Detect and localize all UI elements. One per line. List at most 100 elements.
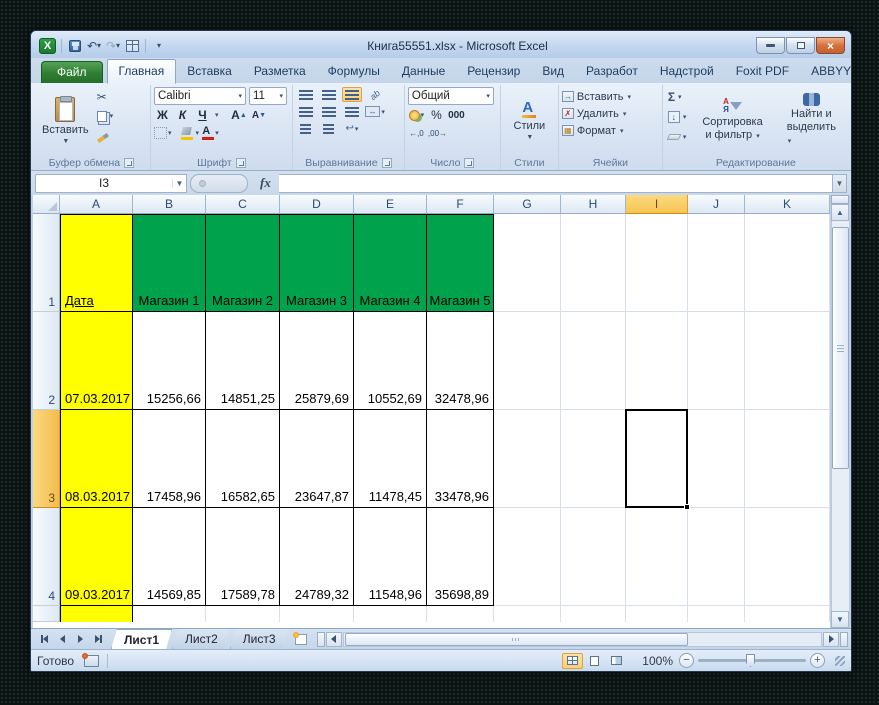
page-layout-view-button[interactable] <box>584 653 605 669</box>
row-header-partial[interactable] <box>33 606 60 622</box>
tab-Рецензир[interactable]: Рецензир <box>456 60 531 83</box>
page-break-view-button[interactable] <box>606 653 627 669</box>
tab-ABBYY PDF[interactable]: ABBYY PDF <box>800 60 852 83</box>
cell-F4[interactable]: 35698,89 <box>427 508 494 606</box>
row-header-3[interactable]: 3 <box>33 410 60 508</box>
cell-C2[interactable]: 14851,25 <box>206 312 280 410</box>
first-sheet-button[interactable] <box>36 632 52 647</box>
cell-J1[interactable] <box>688 214 745 312</box>
cell-I2[interactable] <box>626 312 688 410</box>
align-left-button[interactable] <box>296 104 316 119</box>
cell-E3[interactable]: 11478,45 <box>354 410 427 508</box>
column-header-H[interactable]: H <box>561 195 626 214</box>
excel-logo-icon[interactable]: X <box>39 38 56 54</box>
cell-G[interactable] <box>494 606 561 622</box>
cell-B[interactable] <box>133 606 206 622</box>
redo-button[interactable]: ↷ ▾ <box>105 38 121 54</box>
cell-H[interactable] <box>561 606 626 622</box>
cell-K1[interactable] <box>745 214 830 312</box>
cell-B3[interactable]: 17458,96 <box>133 410 206 508</box>
split-handle[interactable] <box>831 195 849 204</box>
column-header-D[interactable]: D <box>280 195 354 214</box>
zoom-in-button[interactable]: + <box>810 653 825 668</box>
increase-indent-button[interactable] <box>319 121 339 136</box>
decrease-decimal-button[interactable]: ,00→ <box>428 125 447 141</box>
zoom-out-button[interactable]: − <box>679 653 694 668</box>
column-header-E[interactable]: E <box>354 195 427 214</box>
scroll-right-button[interactable] <box>823 632 839 647</box>
fx-button[interactable]: fx <box>260 175 271 191</box>
sheet-tab-Лист1[interactable]: Лист1 <box>111 629 172 649</box>
align-center-button[interactable] <box>319 104 339 119</box>
autosum-button[interactable]: Σ▾ <box>668 89 687 105</box>
format-painter-button[interactable] <box>97 127 114 143</box>
cell-H3[interactable] <box>561 410 626 508</box>
cell-E2[interactable]: 10552,69 <box>354 312 427 410</box>
name-box[interactable]: I3 ▼ <box>35 174 187 193</box>
cell-A[interactable] <box>60 606 133 622</box>
align-right-button[interactable] <box>342 104 362 119</box>
cell-D3[interactable]: 23647,87 <box>280 410 354 508</box>
split-handle[interactable] <box>840 632 848 647</box>
cell-F1[interactable]: Магазин 5 <box>427 214 494 312</box>
cell-J3[interactable] <box>688 410 745 508</box>
cell-D1[interactable]: Магазин 3 <box>280 214 354 312</box>
formula-input[interactable] <box>279 174 833 193</box>
dialog-launcher-icon[interactable] <box>236 158 246 168</box>
dialog-launcher-icon[interactable] <box>464 158 474 168</box>
customize-qat-button[interactable]: ▾ <box>151 38 167 54</box>
column-header-C[interactable]: C <box>206 195 280 214</box>
normal-view-button[interactable] <box>562 653 583 669</box>
tab-Разработ[interactable]: Разработ <box>575 60 649 83</box>
column-header-A[interactable]: A <box>60 195 133 214</box>
record-macro-icon[interactable] <box>84 655 99 667</box>
borders-button[interactable]: ▾ <box>154 125 172 141</box>
cell-D4[interactable]: 24789,32 <box>280 508 354 606</box>
chevron-down-icon[interactable]: ▼ <box>172 179 186 188</box>
tab-Вид[interactable]: Вид <box>531 60 575 83</box>
cell-H2[interactable] <box>561 312 626 410</box>
tab-file[interactable]: Файл <box>41 61 103 83</box>
insert-cells-button[interactable]: →Вставить▾ <box>562 88 659 105</box>
cell-A4[interactable]: 09.03.2017 <box>60 508 133 606</box>
tab-Вставка[interactable]: Вставка <box>176 60 243 83</box>
cell-C[interactable] <box>206 606 280 622</box>
vertical-scrollbar[interactable]: ▲ ▼ <box>831 195 849 628</box>
close-button[interactable]: × <box>816 37 845 54</box>
cell-G1[interactable] <box>494 214 561 312</box>
cell-E1[interactable]: Магазин 4 <box>354 214 427 312</box>
sheet-tab-Лист3[interactable]: Лист3 <box>230 629 288 649</box>
cell-B2[interactable]: 15256,66 <box>133 312 206 410</box>
cell-K2[interactable] <box>745 312 830 410</box>
row-header-2[interactable]: 2 <box>33 312 60 410</box>
find-select-button[interactable]: Найти ивыделить ▾ <box>777 86 846 155</box>
wrap-text-button[interactable]: ↩▾ <box>342 121 362 136</box>
split-handle[interactable] <box>317 632 325 647</box>
active-cell-I3[interactable] <box>625 409 688 508</box>
scroll-left-button[interactable] <box>326 632 342 647</box>
column-header-F[interactable]: F <box>427 195 494 214</box>
cell-G4[interactable] <box>494 508 561 606</box>
cell-D[interactable] <box>280 606 354 622</box>
cell-B4[interactable]: 14569,85 <box>133 508 206 606</box>
cell-K4[interactable] <box>745 508 830 606</box>
fill-button[interactable]: ↓ ▾ <box>668 109 687 125</box>
zoom-level[interactable]: 100% <box>639 654 673 668</box>
cell-J4[interactable] <box>688 508 745 606</box>
last-sheet-button[interactable] <box>90 632 106 647</box>
cell-F2[interactable]: 32478,96 <box>427 312 494 410</box>
bold-button[interactable]: Ж <box>154 107 171 123</box>
accounting-format-button[interactable]: ▾ <box>408 107 425 123</box>
horizontal-scrollbar[interactable] <box>314 629 851 649</box>
table-tool-button[interactable] <box>124 38 140 54</box>
copy-button[interactable]: ▾ <box>97 108 114 124</box>
styles-button[interactable]: A Стили ▼ <box>508 86 552 155</box>
vertical-scroll-thumb[interactable] <box>832 227 849 469</box>
column-header-B[interactable]: B <box>133 195 206 214</box>
decrease-indent-button[interactable] <box>296 121 316 136</box>
column-header-G[interactable]: G <box>494 195 561 214</box>
cell-A2[interactable]: 07.03.2017 <box>60 312 133 410</box>
cell-I4[interactable] <box>626 508 688 606</box>
restore-button[interactable] <box>786 37 815 54</box>
underline-button[interactable]: Ч <box>194 107 211 123</box>
